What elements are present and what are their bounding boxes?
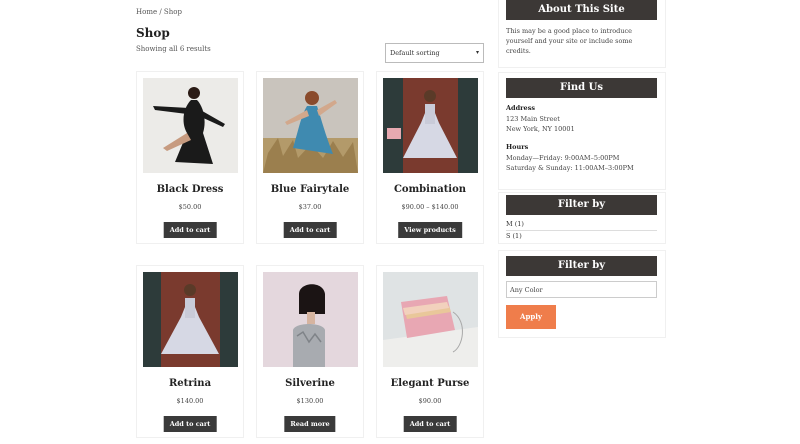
about-text: This may be a good place to introduce yo…: [506, 27, 633, 55]
apply-button[interactable]: Apply: [506, 305, 556, 329]
product-image[interactable]: [143, 78, 238, 173]
breadcrumb-current: Shop: [163, 8, 182, 16]
add-to-cart-button[interactable]: Add to cart: [283, 222, 337, 238]
product-price: $140.00: [176, 397, 204, 405]
breadcrumb-separator: /: [157, 8, 164, 16]
sorting-selected: Default sorting: [390, 49, 440, 57]
page-title: Shop: [136, 26, 170, 40]
breadcrumb-home-link[interactable]: Home: [136, 8, 157, 16]
product-card-blue-fairytale[interactable]: Blue Fairytale $37.00 Add to cart: [256, 71, 364, 244]
breadcrumb: Home / Shop: [136, 8, 182, 16]
product-price: $130.00: [296, 397, 324, 405]
read-more-button[interactable]: Read more: [284, 416, 336, 432]
result-count: Showing all 6 results: [136, 45, 211, 53]
add-to-cart-button[interactable]: Add to cart: [403, 416, 457, 432]
product-image[interactable]: [263, 272, 358, 367]
find-us-widget-title: Find Us: [506, 78, 657, 98]
product-price: $37.00: [298, 203, 322, 211]
product-name[interactable]: Combination: [377, 184, 483, 195]
product-name[interactable]: Silverine: [257, 378, 363, 389]
color-select[interactable]: Any Color: [506, 281, 657, 298]
filter-size-title: Filter by: [506, 195, 657, 215]
chevron-down-icon: ▾: [475, 49, 479, 56]
product-image[interactable]: [383, 272, 478, 367]
view-products-button[interactable]: View products: [398, 222, 462, 238]
filter-option-m[interactable]: M (1): [506, 220, 657, 231]
address-label: Address: [506, 104, 536, 112]
product-price: $50.00: [178, 203, 202, 211]
add-to-cart-button[interactable]: Add to cart: [163, 222, 217, 238]
product-name[interactable]: Elegant Purse: [377, 378, 483, 389]
product-card-elegant-purse[interactable]: Elegant Purse $90.00 Add to cart: [376, 265, 484, 438]
product-image[interactable]: [143, 272, 238, 367]
product-card-retrina[interactable]: Retrina $140.00 Add to cart: [136, 265, 244, 438]
product-card-silverine[interactable]: Silverine $130.00 Read more: [256, 265, 364, 438]
product-card-black-dress[interactable]: Black Dress $50.00 Add to cart: [136, 71, 244, 244]
filter-color-title: Filter by: [506, 256, 657, 276]
add-to-cart-button[interactable]: Add to cart: [163, 416, 217, 432]
address-line-2: New York, NY 10001: [506, 125, 575, 133]
hours-line-1: Monday—Friday: 9:00AM–5:00PM: [506, 154, 620, 162]
product-card-combination[interactable]: Combination $90.00 – $140.00 View produc…: [376, 71, 484, 244]
product-price: $90.00 – $140.00: [401, 203, 459, 211]
sorting-select[interactable]: Default sorting ▾: [385, 43, 484, 63]
hours-label: Hours: [506, 143, 529, 151]
product-image[interactable]: [263, 78, 358, 173]
product-image[interactable]: [383, 78, 478, 173]
filter-option-s[interactable]: S (1): [506, 232, 657, 243]
about-widget-title: About This Site: [506, 0, 657, 20]
address-line-1: 123 Main Street: [506, 115, 560, 123]
product-price: $90.00: [418, 397, 442, 405]
product-name[interactable]: Black Dress: [137, 184, 243, 195]
product-name[interactable]: Retrina: [137, 378, 243, 389]
hours-line-2: Saturday & Sunday: 11:00AM–3:00PM: [506, 164, 634, 172]
product-name[interactable]: Blue Fairytale: [257, 184, 363, 195]
